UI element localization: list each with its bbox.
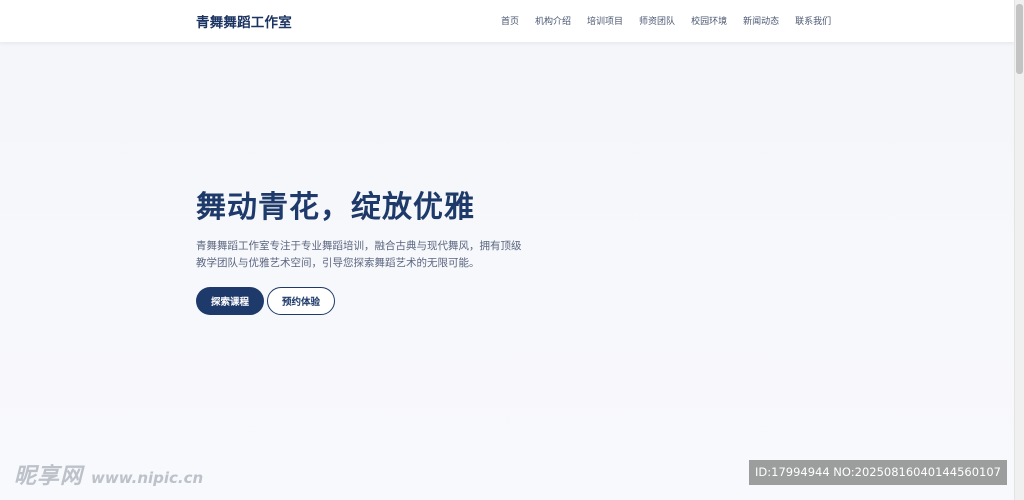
nav-item-contact[interactable]: 联系我们 bbox=[795, 14, 831, 27]
hero-title: 舞动青花，绽放优雅 bbox=[196, 190, 475, 225]
main-nav: 首页 机构介绍 培训项目 师资团队 校园环境 新闻动态 联系我们 bbox=[501, 14, 831, 27]
watermark-id-badge: ID:17994944 NO:20250816040144560107 bbox=[749, 460, 1007, 485]
nav-item-about[interactable]: 机构介绍 bbox=[535, 14, 571, 27]
nav-item-campus[interactable]: 校园环境 bbox=[691, 14, 727, 27]
watermark-logo-text: 昵享网 bbox=[14, 464, 84, 489]
book-trial-button[interactable]: 预约体验 bbox=[267, 287, 335, 315]
nav-item-home[interactable]: 首页 bbox=[501, 14, 519, 27]
nav-item-courses[interactable]: 培训项目 bbox=[587, 14, 623, 27]
hero-description: 青舞舞蹈工作室专注于专业舞蹈培训，融合古典与现代舞风，拥有顶级教学团队与优雅艺术… bbox=[196, 240, 522, 269]
page-scrollbar[interactable] bbox=[1014, 0, 1024, 500]
hero-actions: 探索课程 预约体验 bbox=[196, 287, 536, 315]
site-header: 青舞舞蹈工作室 首页 机构介绍 培训项目 师资团队 校园环境 新闻动态 联系我们 bbox=[0, 0, 1015, 42]
scrollbar-thumb[interactable] bbox=[1016, 4, 1023, 74]
hero-section: 舞动青花，绽放优雅 青舞舞蹈工作室专注于专业舞蹈培训，融合古典与现代舞风，拥有顶… bbox=[196, 186, 536, 315]
watermark-logo: 昵享网 www.nipic.cn bbox=[14, 458, 203, 490]
watermark-url: www.nipic.cn bbox=[91, 469, 204, 487]
explore-courses-button[interactable]: 探索课程 bbox=[196, 287, 264, 315]
nav-item-news[interactable]: 新闻动态 bbox=[743, 14, 779, 27]
site-logo-text[interactable]: 青舞舞蹈工作室 bbox=[196, 11, 292, 31]
nav-item-teachers[interactable]: 师资团队 bbox=[639, 14, 675, 27]
